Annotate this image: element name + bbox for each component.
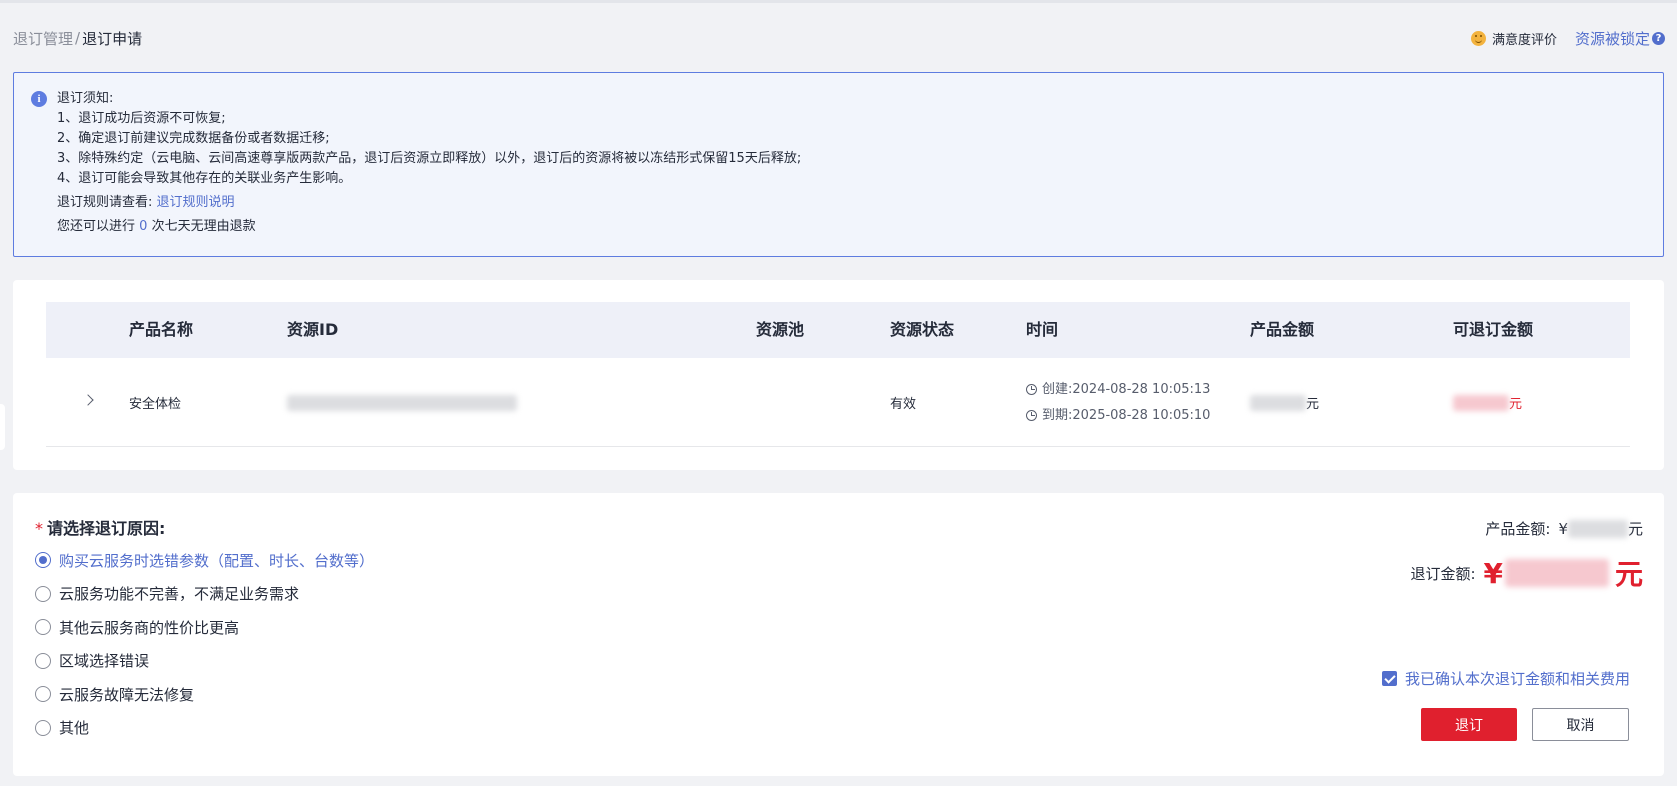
notice-line-1: 1、退订成功后资源不可恢复;: [57, 111, 226, 126]
refund-amount-currency: ¥: [1483, 556, 1503, 590]
refund-count-value: 0: [139, 219, 148, 234]
unsubscribe-form-card: * 请选择退订原因: 购买云服务时选错参数（配置、时长、台数等） 云服务功能不完善…: [13, 493, 1664, 776]
reason-label: 云服务故障无法修复: [59, 685, 195, 704]
page-header: 退订管理 / 退订申请 满意度评价 资源被锁定 ?: [13, 26, 1665, 50]
table-row: 安全体检 有效 创建:2024-08-28 10:05:13 到期:2025-0…: [46, 358, 1630, 447]
radio-icon[interactable]: [35, 686, 51, 703]
reason-option-features[interactable]: 云服务功能不完善，不满足业务需求: [35, 584, 374, 604]
column-header-resource-id: 资源ID: [287, 320, 339, 339]
resource-locked-label: 资源被锁定: [1574, 29, 1650, 48]
reason-radio-group: 购买云服务时选错参数（配置、时长、台数等） 云服务功能不完善，不满足业务需求 其…: [35, 550, 374, 752]
column-header-pool: 资源池: [756, 320, 805, 339]
satisfaction-label: 满意度评价: [1491, 32, 1557, 48]
cell-refundable: 元: [1453, 358, 1522, 447]
product-amount-unit: 元: [1627, 520, 1643, 538]
refund-count-suffix: 次七天无理由退款: [151, 219, 256, 234]
column-header-time: 时间: [1026, 320, 1059, 339]
refund-amount-value: ¥ 元: [1484, 553, 1644, 593]
amount-unit: 元: [1306, 397, 1320, 412]
refund-amount-unit: 元: [1614, 558, 1643, 591]
redacted-resource-id: [287, 394, 517, 411]
cell-time: 创建:2024-08-28 10:05:13 到期:2025-08-28 10:…: [1026, 358, 1210, 447]
help-icon[interactable]: ?: [1652, 31, 1665, 45]
breadcrumb-parent-link[interactable]: 退订管理: [13, 28, 73, 49]
info-icon: i: [31, 91, 47, 107]
notice-refund-count: 您还可以进行 0 次七天无理由退款: [57, 217, 1663, 237]
reason-option-fault[interactable]: 云服务故障无法修复: [35, 684, 374, 704]
checkbox-checked-icon[interactable]: [1381, 671, 1397, 686]
reason-label: 购买云服务时选错参数（配置、时长、台数等）: [59, 551, 375, 570]
unsubscribe-button[interactable]: 退订: [1421, 708, 1517, 741]
redacted-refundable: [1453, 394, 1509, 411]
confirm-checkbox[interactable]: 我已确认本次退订金额和相关费用: [1381, 668, 1630, 689]
refund-count-prefix: 您还可以进行: [57, 219, 136, 234]
reason-option-region[interactable]: 区域选择错误: [35, 651, 374, 671]
notice-line-3: 3、除特殊约定（云电脑、云间高速尊享版两款产品，退订后资源立即释放）以外，退订后…: [57, 151, 802, 166]
expire-time: 到期:2025-08-28 10:05:10: [1026, 403, 1210, 429]
radio-icon[interactable]: [35, 619, 51, 636]
cell-product-name: 安全体检: [129, 397, 182, 412]
radio-selected-icon[interactable]: [35, 552, 51, 568]
product-amount-label: 产品金额:: [1485, 520, 1551, 538]
resource-table-card: 产品名称 资源ID 资源池 资源状态 时间 产品金额 可退订金额 安全体检 有效…: [13, 280, 1664, 470]
created-time-label: 创建:2024-08-28 10:05:13: [1042, 381, 1211, 397]
reason-option-wrong-params[interactable]: 购买云服务时选错参数（配置、时长、台数等）: [35, 550, 374, 570]
radio-icon[interactable]: [35, 719, 51, 736]
reason-option-price[interactable]: 其他云服务商的性价比更高: [35, 617, 374, 637]
satisfaction-button[interactable]: 满意度评价: [1470, 29, 1557, 48]
refundable-unit: 元: [1509, 397, 1523, 412]
table-header: 产品名称 资源ID 资源池 资源状态 时间 产品金额 可退订金额: [46, 302, 1630, 358]
notice-rules: 退订规则请查看: 退订规则说明: [57, 193, 1663, 213]
cancel-button[interactable]: 取消: [1532, 708, 1629, 741]
product-amount: 产品金额: ¥ 元: [1485, 518, 1643, 539]
reason-label: 其他: [59, 719, 90, 738]
rules-link[interactable]: 退订规则说明: [157, 195, 235, 210]
chevron-right-icon[interactable]: [82, 394, 94, 406]
reason-title: * 请选择退订原因:: [35, 515, 165, 539]
header-actions: 满意度评价 资源被锁定 ?: [1470, 28, 1665, 49]
side-drawer-handle[interactable]: [0, 404, 5, 450]
redacted-amount: [1250, 394, 1306, 411]
clock-icon: [1026, 410, 1037, 421]
top-divider: [0, 0, 1677, 3]
notice-line-4: 4、退订可能会导致其他存在的关联业务产生影响。: [57, 171, 352, 186]
reason-label: 其他云服务商的性价比更高: [59, 618, 240, 637]
notice-line-2: 2、确定退订前建议完成数据备份或者数据迁移;: [57, 131, 330, 146]
refund-amount-label: 退订金额:: [1410, 564, 1476, 583]
redacted-refund-amount: [1504, 559, 1609, 587]
cell-amount: 元: [1250, 358, 1319, 447]
notice-title: 退订须知:: [57, 91, 114, 106]
column-header-refundable: 可退订金额: [1453, 320, 1534, 339]
unsubscribe-notice: i 退订须知: 1、退订成功后资源不可恢复; 2、确定退订前建议完成数据备份或者…: [13, 72, 1664, 257]
rules-prefix: 退订规则请查看:: [57, 195, 153, 210]
confirm-label: 我已确认本次退订金额和相关费用: [1404, 670, 1630, 688]
reason-title-label: 请选择退订原因:: [47, 519, 166, 538]
product-amount-currency: ¥: [1558, 519, 1568, 538]
created-time: 创建:2024-08-28 10:05:13: [1026, 377, 1210, 403]
breadcrumb-current: 退订申请: [82, 29, 143, 48]
column-header-amount: 产品金额: [1250, 320, 1315, 339]
reason-label: 云服务功能不完善，不满足业务需求: [59, 585, 300, 604]
resource-locked-link[interactable]: 资源被锁定 ?: [1575, 28, 1665, 49]
clock-icon: [1026, 384, 1037, 395]
column-header-status: 资源状态: [890, 320, 955, 339]
expire-time-label: 到期:2025-08-28 10:05:10: [1042, 407, 1211, 423]
radio-icon[interactable]: [35, 585, 51, 602]
required-mark: *: [35, 519, 43, 538]
radio-icon[interactable]: [35, 652, 51, 669]
reason-option-other[interactable]: 其他: [35, 718, 374, 738]
breadcrumb: 退订管理 / 退订申请: [13, 28, 142, 49]
refund-amount: 退订金额: ¥ 元: [1410, 553, 1643, 593]
column-header-product: 产品名称: [129, 320, 194, 339]
smiley-icon: [1470, 30, 1486, 46]
redacted-product-amount: [1567, 519, 1628, 538]
cell-status: 有效: [890, 397, 917, 412]
cell-resource-id: [287, 358, 517, 447]
reason-label: 区域选择错误: [59, 652, 150, 671]
breadcrumb-separator: /: [75, 29, 81, 47]
